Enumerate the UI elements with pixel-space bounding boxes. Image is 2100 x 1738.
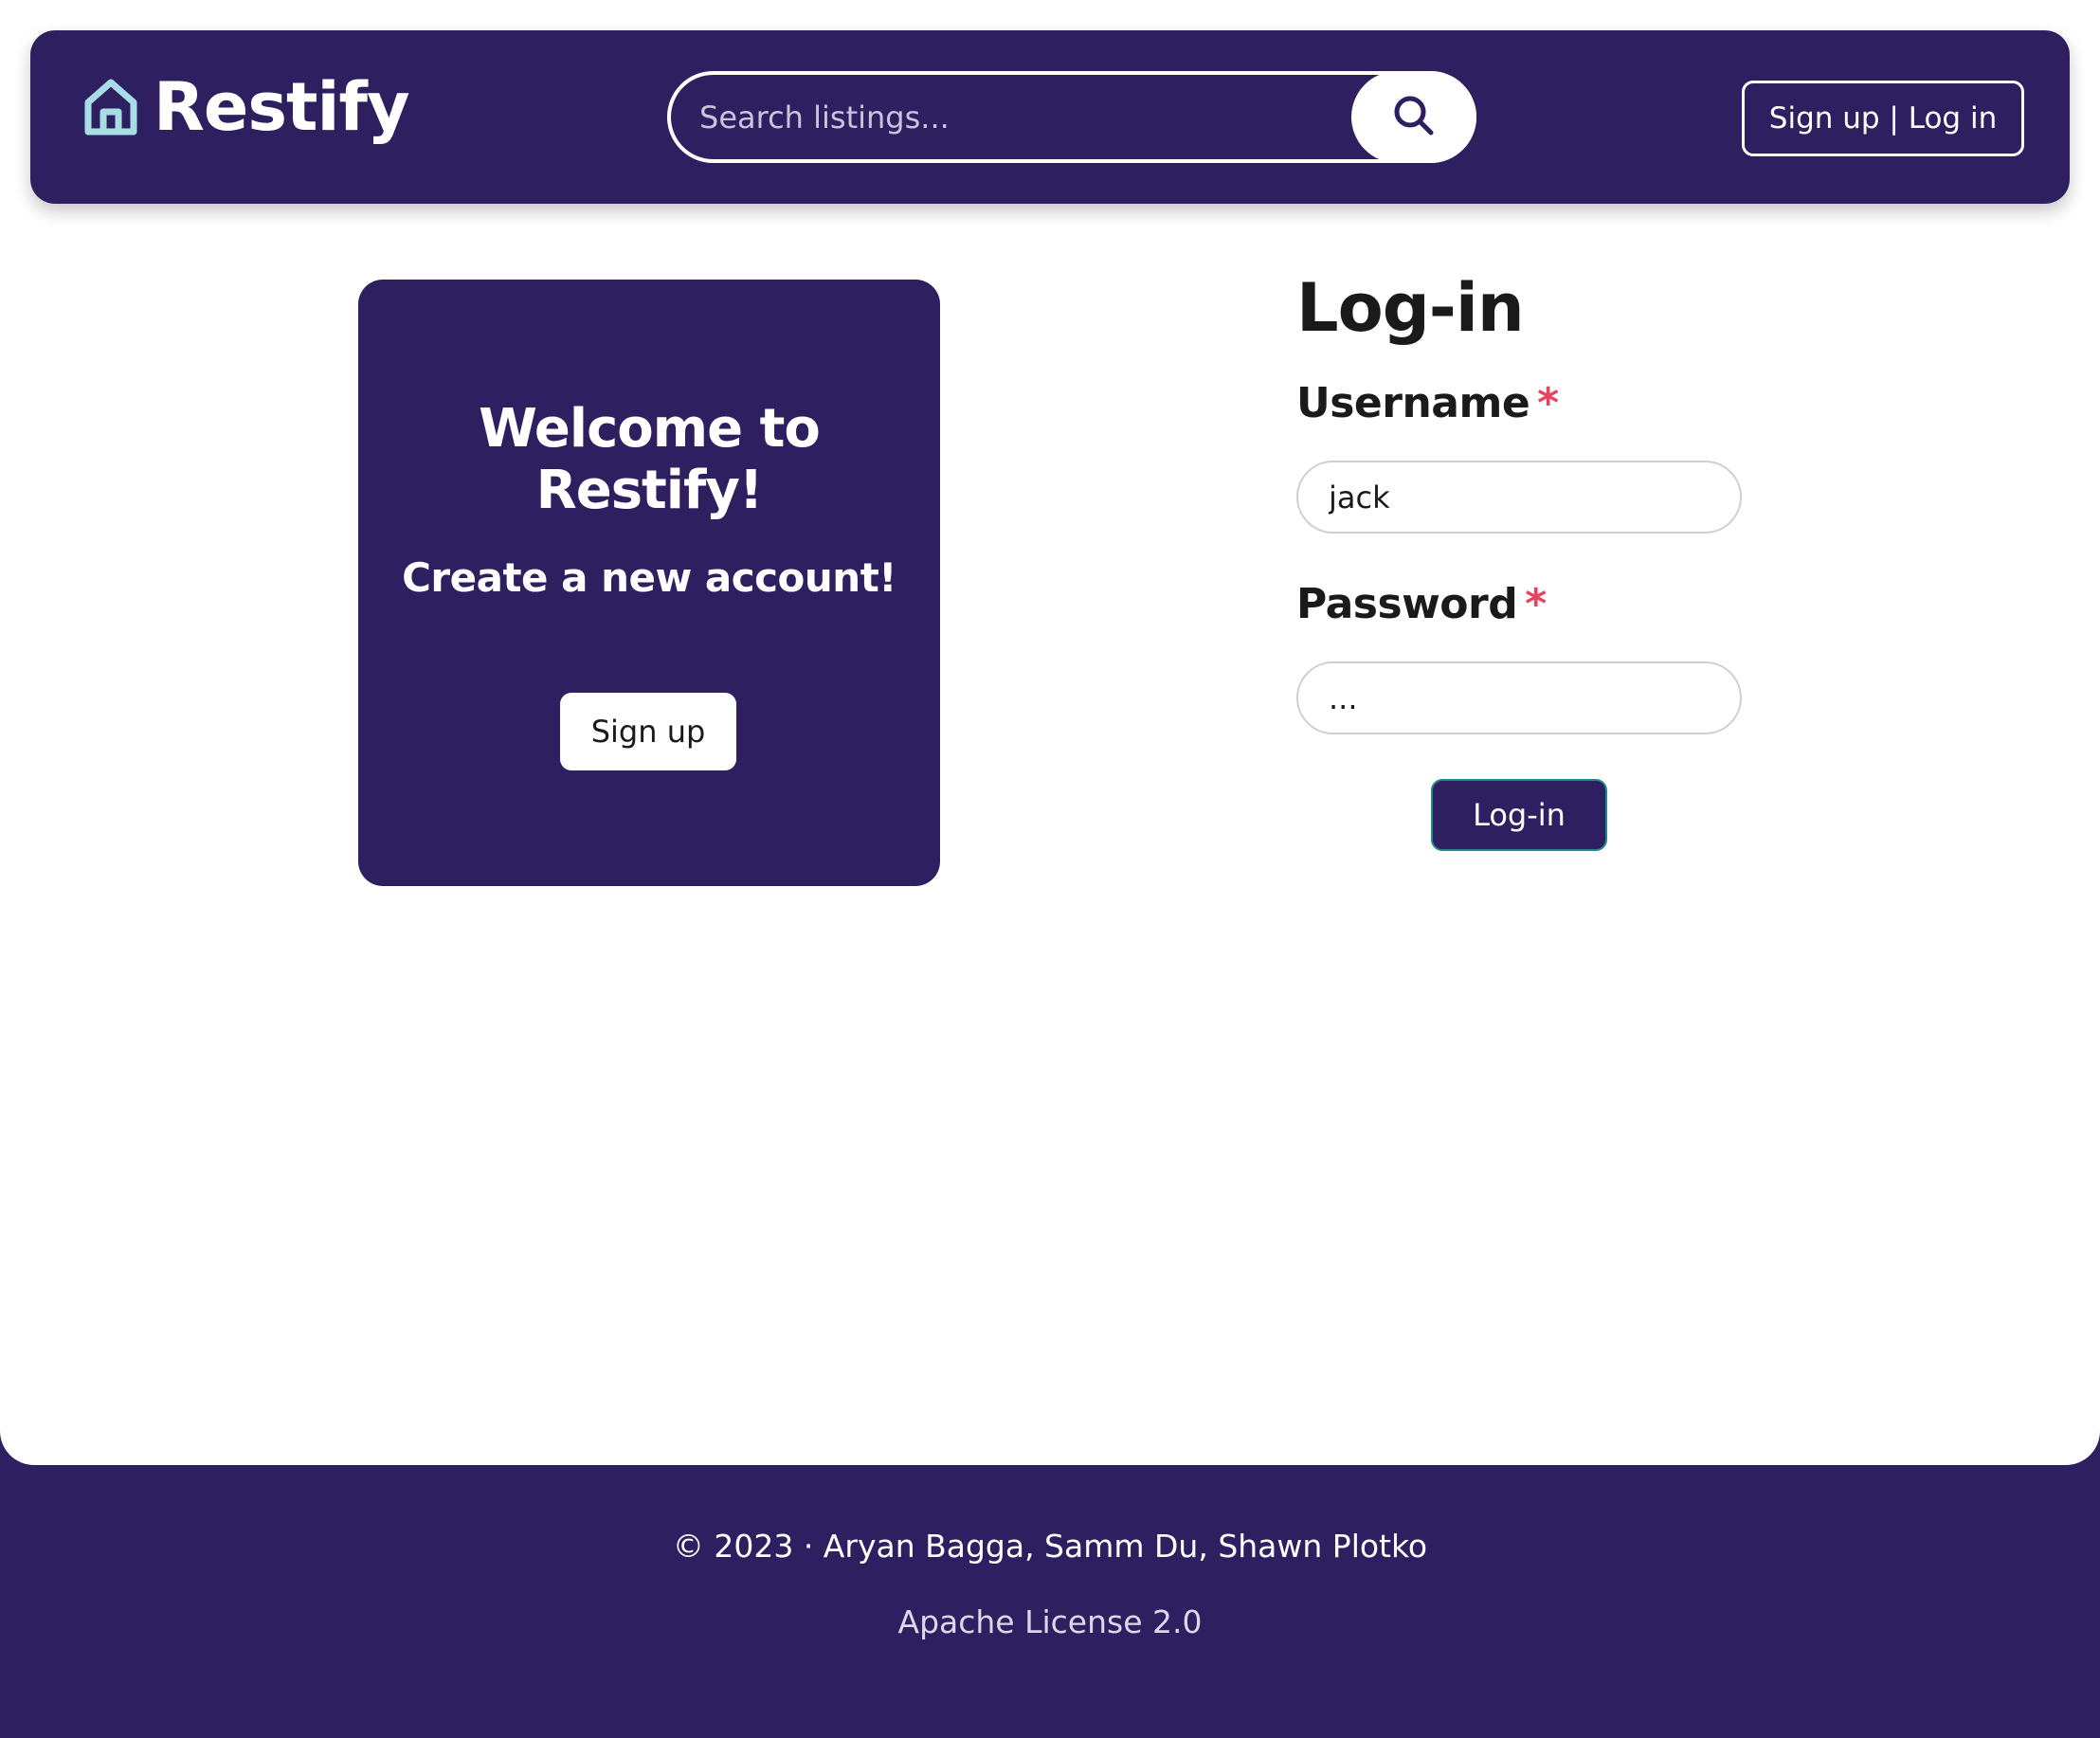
- required-mark: *: [1537, 379, 1559, 427]
- page-body: Restify Sign up | Log in Welcome to Rest…: [0, 0, 2100, 1465]
- footer-credits: © 2023 · Aryan Bagga, Samm Du, Shawn Plo…: [672, 1528, 1428, 1565]
- welcome-card: Welcome to Restify! Create a new account…: [358, 280, 940, 886]
- welcome-subtitle: Create a new account!: [402, 554, 896, 601]
- login-form: Log-in Username* Password* Log-in: [1296, 267, 1742, 851]
- brand-link[interactable]: Restify: [83, 68, 410, 146]
- password-label-text: Password: [1296, 580, 1518, 628]
- login-title: Log-in: [1296, 269, 1525, 347]
- navbar: Restify Sign up | Log in: [30, 30, 2070, 204]
- login-button[interactable]: Log-in: [1431, 779, 1607, 851]
- search-button[interactable]: [1351, 71, 1476, 163]
- footer: © 2023 · Aryan Bagga, Samm Du, Shawn Plo…: [0, 1465, 2100, 1738]
- welcome-title: Welcome to Restify!: [479, 398, 821, 521]
- search-input[interactable]: [699, 75, 1325, 159]
- password-label: Password *: [1296, 580, 1547, 628]
- brand-name: Restify: [154, 68, 410, 146]
- username-label-text: Username: [1296, 379, 1530, 427]
- required-mark: *: [1525, 580, 1547, 628]
- username-field[interactable]: [1296, 461, 1742, 534]
- password-field[interactable]: [1296, 661, 1742, 734]
- house-icon: [83, 78, 138, 136]
- search-bar: [667, 71, 1476, 163]
- footer-license: Apache License 2.0: [897, 1603, 1203, 1640]
- signup-button[interactable]: Sign up: [560, 693, 736, 770]
- username-label: Username *: [1296, 379, 1559, 427]
- search-icon: [1392, 94, 1436, 140]
- signup-login-button[interactable]: Sign up | Log in: [1742, 81, 2024, 156]
